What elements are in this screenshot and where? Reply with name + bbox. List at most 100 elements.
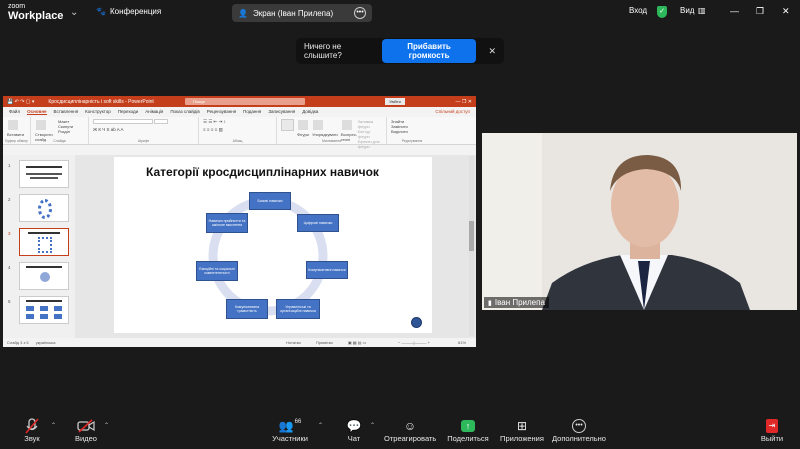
- font-name-box[interactable]: [93, 119, 153, 124]
- paste-label[interactable]: Вставити: [7, 132, 26, 137]
- node-decision-thinking[interactable]: Навички прийняття та шкільне мислення: [206, 213, 248, 233]
- slide-thumbnail-2[interactable]: [19, 194, 69, 222]
- ppt-signin-button[interactable]: Увійти: [385, 98, 405, 105]
- screen-share-indicator[interactable]: 👤 Экран (Іван Прилепа) •••: [232, 4, 372, 22]
- thumb-number-2: 2: [8, 197, 11, 202]
- arrange-label[interactable]: Упорядкувати: [312, 132, 338, 137]
- chat-button[interactable]: 💬 Чат: [343, 417, 365, 444]
- ribbon-group-paragraph: ☰ ☰ ⇤ ⇥ ↕ ≡ ≡ ≡ ≡ ▥ Абзац: [199, 117, 277, 144]
- shapes-label[interactable]: Фігури: [297, 132, 309, 137]
- participant-video[interactable]: ▮ Іван Прилепа: [482, 133, 797, 310]
- mute-button[interactable]: Звук: [20, 417, 44, 443]
- ppt-search[interactable]: Пошук: [185, 98, 305, 105]
- node-emotional-competences[interactable]: Емоційні та соціальні компетентності: [196, 261, 238, 281]
- paragraph-icons[interactable]: ☰ ☰ ⇤ ⇥ ↕: [203, 119, 272, 125]
- select-button[interactable]: Виділити: [391, 129, 433, 134]
- shapes-icon[interactable]: [298, 120, 309, 130]
- share-up-arrow-icon: ↑: [461, 419, 475, 432]
- node-basic-skills[interactable]: Базові навички: [249, 192, 291, 210]
- font-size-box[interactable]: [154, 119, 169, 124]
- participants-button[interactable]: 👥 66 Участники: [270, 417, 310, 444]
- node-digital-skills[interactable]: Цифрові навички: [297, 214, 339, 232]
- view-grid-icon[interactable]: ▥: [698, 6, 706, 15]
- shape-outline-button[interactable]: Контур фігури: [358, 129, 382, 139]
- shapes-gallery[interactable]: [281, 119, 295, 131]
- group-label-drawing: Малювання: [321, 139, 342, 143]
- ribbon-group-drawing: Фігури Упорядкувати Експрес-стилі Заливк…: [277, 117, 387, 149]
- paste-icon[interactable]: [8, 120, 18, 130]
- participants-caret-icon[interactable]: ⌃: [318, 422, 323, 429]
- audio-caret-icon[interactable]: ⌃: [51, 422, 56, 429]
- participants-count: 66: [294, 418, 302, 425]
- slide-scrollbar[interactable]: [469, 156, 474, 336]
- view-icons[interactable]: ▣ ▦ ▤ ▭: [348, 340, 366, 345]
- enter-button[interactable]: Вход: [629, 6, 647, 15]
- conference-button[interactable]: 🐾 Конференция: [96, 7, 161, 16]
- share-screen-button[interactable]: ↑ Поделиться: [447, 417, 489, 443]
- tab-transitions[interactable]: Переходи: [118, 109, 138, 115]
- ppt-ribbon: Вставити Буфер обміну Створити слайд Мак…: [3, 117, 476, 149]
- close-notice-icon[interactable]: ✕: [488, 46, 496, 57]
- tab-insert[interactable]: Вставлення: [54, 109, 79, 115]
- apps-button[interactable]: ⊞ Приложения: [499, 417, 545, 444]
- slide-thumbnail-5[interactable]: [19, 296, 69, 324]
- react-button[interactable]: ☺ Отреагировать: [384, 417, 436, 444]
- close-icon[interactable]: ✕: [782, 6, 790, 17]
- status-language: українська: [35, 340, 56, 345]
- tab-design[interactable]: Конструктор: [85, 109, 111, 115]
- chat-label: Чат: [347, 434, 361, 443]
- shape-fill-button[interactable]: Заливка фігури: [358, 119, 382, 129]
- ribbon-group-editing: Знайти Замінити Виділити Редагування: [387, 117, 437, 144]
- leave-icon: ⇥: [766, 418, 778, 433]
- more-options-button[interactable]: ••• Дополнительно: [551, 417, 607, 443]
- section-button[interactable]: Розділ: [58, 129, 73, 134]
- slide-thumbnail-4[interactable]: [19, 262, 69, 290]
- arrange-icon[interactable]: [313, 120, 324, 130]
- shield-icon[interactable]: ✓: [657, 6, 667, 18]
- conference-label: Конференция: [109, 7, 162, 16]
- minimize-icon[interactable]: —: [730, 6, 739, 16]
- ribbon-group-font: Ж К Ч S ab A A Шрифт: [89, 117, 199, 144]
- participants-label: Участники: [272, 434, 308, 443]
- more-icon[interactable]: •••: [354, 7, 366, 19]
- slide-thumbnail-1[interactable]: [19, 160, 69, 188]
- apps-label: Приложения: [500, 434, 544, 443]
- new-slide-icon[interactable]: [36, 120, 46, 130]
- ppt-ribbon-tabs: Файл Основне Вставлення Конструктор Пере…: [3, 107, 476, 117]
- view-button[interactable]: Вид: [680, 6, 694, 15]
- tab-help[interactable]: Довідка: [302, 109, 318, 115]
- group-label-clipboard: Буфер обміну: [5, 139, 28, 143]
- leave-label: Выйти: [760, 434, 784, 443]
- tab-view[interactable]: Подання: [243, 109, 261, 115]
- tab-animations[interactable]: Анімація: [145, 109, 163, 115]
- zoom-slider[interactable]: − ———|——— +: [398, 340, 430, 345]
- chat-icon: 💬: [346, 418, 362, 433]
- tab-recording[interactable]: Записування: [268, 109, 295, 115]
- ppt-share-button[interactable]: Спільний доступ: [435, 109, 470, 115]
- apps-grid-icon: ⊞: [516, 418, 528, 433]
- restore-icon[interactable]: ❐: [756, 6, 764, 17]
- ppt-file-title: Кросдисциплінарність і soft skills - Pow…: [48, 98, 154, 105]
- cycle-ring: [208, 196, 328, 316]
- quick-styles-icon[interactable]: [341, 120, 352, 130]
- node-communicative-literacy[interactable]: Комунікативна грамотність: [226, 299, 268, 319]
- chat-caret-icon[interactable]: ⌃: [370, 422, 375, 429]
- tab-file[interactable]: Файл: [9, 109, 20, 115]
- tab-slideshow[interactable]: Показ слайдів: [170, 109, 199, 115]
- font-format-icons[interactable]: Ж К Ч S ab A A: [93, 127, 194, 132]
- thumb-number-1: 1: [8, 163, 11, 168]
- node-management-skills[interactable]: Управлінські та організаційні навички: [276, 299, 320, 319]
- tab-review[interactable]: Рецензування: [207, 109, 236, 115]
- status-notes-button[interactable]: Нотатки: [286, 340, 301, 345]
- current-slide[interactable]: Категорії кросдисциплінарних навичок Баз…: [114, 157, 432, 333]
- video-button[interactable]: Видео: [72, 417, 100, 443]
- chevron-down-icon[interactable]: ⌄: [70, 7, 78, 18]
- video-caret-icon[interactable]: ⌃: [104, 422, 109, 429]
- tab-home[interactable]: Основне: [27, 109, 47, 115]
- leave-button[interactable]: ⇥ Выйти: [760, 417, 784, 443]
- slide-thumbnail-3[interactable]: [19, 228, 69, 256]
- align-icons[interactable]: ≡ ≡ ≡ ≡ ▥: [203, 127, 272, 133]
- node-communication-skills[interactable]: Комунікативні навички: [306, 261, 348, 279]
- increase-volume-button[interactable]: Прибавить громкость: [381, 39, 477, 63]
- status-comments-button[interactable]: Примітки: [316, 340, 333, 345]
